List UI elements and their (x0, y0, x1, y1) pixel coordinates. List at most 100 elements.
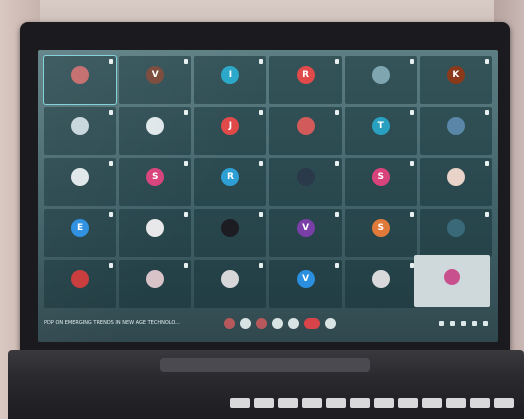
participant-tile[interactable]: V (269, 209, 342, 257)
side-icons (439, 320, 488, 326)
info-icon[interactable] (439, 320, 444, 326)
participant-tile[interactable] (44, 158, 117, 206)
participant-tile[interactable] (419, 209, 492, 257)
captions-button[interactable] (325, 317, 336, 329)
camera-button[interactable] (240, 317, 251, 329)
laptop-hinge (160, 358, 370, 372)
mic-muted-icon (259, 110, 264, 115)
mic-muted-icon (184, 59, 189, 64)
mic-muted-icon (109, 161, 114, 166)
participant-avatar: E (71, 219, 90, 238)
mic-muted-icon (259, 161, 264, 166)
participant-avatar (371, 66, 390, 85)
mic-muted-icon (409, 161, 414, 166)
key (374, 398, 394, 408)
participant-tile[interactable] (119, 260, 192, 308)
laptop-screen: V I R K J T S R S E V S V PDP ON EMERGING TRENDS IN … (38, 50, 498, 342)
participant-tile[interactable] (419, 158, 492, 206)
participant-avatar (71, 168, 90, 187)
participant-tile[interactable] (269, 158, 342, 206)
mic-muted-icon (409, 59, 414, 64)
participant-avatar: J (221, 117, 240, 136)
key (494, 398, 514, 408)
reactions-button[interactable] (272, 317, 283, 329)
end-call-button[interactable] (304, 317, 320, 329)
participant-avatar (71, 117, 90, 136)
mic-muted-icon (484, 59, 489, 64)
participant-avatar (446, 168, 465, 187)
participant-avatar: V (296, 270, 315, 289)
keyboard-row (230, 398, 520, 419)
key (470, 398, 490, 408)
mic-muted-icon (484, 161, 489, 166)
participant-tile[interactable] (344, 260, 417, 308)
participant-avatar: S (371, 219, 390, 238)
participant-tile[interactable]: T (344, 107, 417, 155)
share-button[interactable] (256, 317, 267, 329)
participant-tile[interactable]: V (269, 260, 342, 308)
lock-icon[interactable] (483, 320, 488, 326)
participant-tile[interactable] (344, 56, 417, 104)
chat-icon[interactable] (461, 320, 466, 326)
participant-tile[interactable] (44, 107, 117, 155)
participant-tile[interactable]: K (419, 56, 492, 104)
participant-tile[interactable]: J (194, 107, 267, 155)
activities-icon[interactable] (472, 320, 477, 326)
participant-tile[interactable] (42, 55, 118, 105)
participant-tile[interactable]: S (119, 158, 192, 206)
participant-tile[interactable]: R (194, 158, 267, 206)
participant-avatar: I (221, 66, 240, 85)
mic-muted-icon (109, 263, 114, 268)
participant-avatar (146, 117, 165, 136)
participant-avatar: R (221, 168, 240, 187)
participant-avatar: S (146, 168, 165, 187)
participant-avatar: V (296, 219, 315, 238)
participant-tile[interactable] (194, 209, 267, 257)
more-options-button[interactable] (288, 317, 299, 329)
participant-tile[interactable]: E (44, 209, 117, 257)
mic-muted-icon (484, 212, 489, 217)
mic-muted-icon (109, 110, 114, 115)
participant-avatar: K (446, 66, 465, 85)
key (302, 398, 322, 408)
participant-avatar (446, 117, 465, 136)
mic-muted-icon (109, 212, 114, 217)
key (326, 398, 346, 408)
mic-button[interactable] (224, 317, 235, 329)
participant-avatar (296, 168, 315, 187)
mic-muted-icon (109, 59, 114, 64)
participant-avatar (71, 270, 90, 289)
key (398, 398, 418, 408)
mic-muted-icon (184, 263, 189, 268)
mic-muted-icon (334, 110, 339, 115)
participant-tile[interactable] (269, 107, 342, 155)
participant-tile[interactable]: S (344, 209, 417, 257)
meeting-caption: PDP ON EMERGING TRENDS IN NEW AGE TECHNO… (44, 320, 180, 326)
mic-muted-icon (334, 212, 339, 217)
key (230, 398, 250, 408)
participant-avatar: R (296, 66, 315, 85)
participant-avatar: S (371, 168, 390, 187)
people-icon[interactable] (450, 320, 455, 326)
mic-muted-icon (259, 263, 264, 268)
participant-tile[interactable]: I (194, 56, 267, 104)
mic-muted-icon (334, 161, 339, 166)
mic-muted-icon (259, 59, 264, 64)
key (278, 398, 298, 408)
mic-muted-icon (334, 59, 339, 64)
participant-tile[interactable]: S (344, 158, 417, 206)
participant-tile[interactable] (119, 209, 192, 257)
key (254, 398, 274, 408)
self-preview-tile (414, 255, 490, 307)
participant-avatar (446, 219, 465, 238)
participant-tile[interactable] (44, 260, 117, 308)
participant-tile[interactable] (194, 260, 267, 308)
meeting-toolbar: PDP ON EMERGING TRENDS IN NEW AGE TECHNO… (44, 312, 492, 334)
participant-tile[interactable]: R (269, 56, 342, 104)
participant-tile[interactable] (419, 107, 492, 155)
mic-muted-icon (409, 110, 414, 115)
participant-tile[interactable] (119, 107, 192, 155)
mic-muted-icon (184, 110, 189, 115)
self-avatar (444, 268, 460, 285)
participant-tile[interactable]: V (119, 56, 192, 104)
